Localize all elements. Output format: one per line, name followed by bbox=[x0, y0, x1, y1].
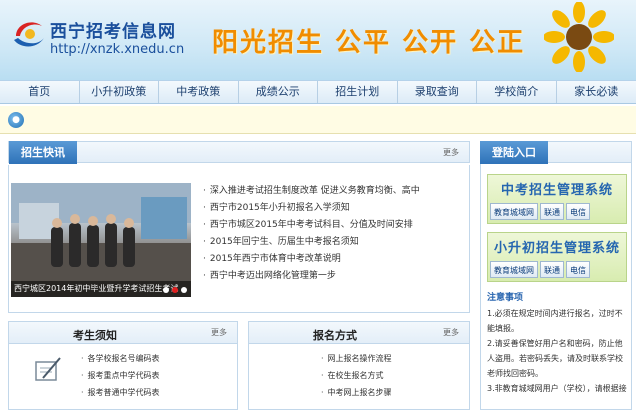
exam-notice-header: 考生须知 更多 bbox=[9, 322, 237, 344]
announcement-icon: ● bbox=[8, 112, 24, 128]
login-title: 登陆入口 bbox=[480, 141, 548, 164]
zhongkao-system-title: 中考招生管理系统 bbox=[500, 183, 613, 198]
nav-enroll-plan[interactable]: 招生计划 bbox=[318, 81, 398, 103]
slogan: 阳光招生 公平 公开 公正 bbox=[212, 28, 526, 58]
news-more-link[interactable]: 更多 bbox=[443, 147, 459, 158]
zhongkao-unicom-button[interactable]: 联通 bbox=[540, 203, 564, 220]
enroll-method-title: 报名方式 bbox=[313, 329, 357, 342]
header-banner: 西宁招考信息网 http://xnzk.xnedu.cn 阳光招生 公平 公开 … bbox=[0, 0, 636, 80]
news-item[interactable]: 西宁市城区2015年中考考试科目、分值及时间安排 bbox=[203, 217, 420, 234]
exam-notice-title: 考生须知 bbox=[73, 329, 117, 342]
notice-title: 注意事项 bbox=[487, 293, 524, 303]
list-item[interactable]: 各学校报名号编码表 bbox=[81, 350, 160, 367]
login-panel: 登陆入口 中考招生管理系统 教育城域网 联通 电信 小升初招生管理系统 教育城域… bbox=[480, 141, 632, 410]
news-item[interactable]: 2015年回宁生、历届生中考报名须知 bbox=[203, 234, 420, 251]
enroll-method-header: 报名方式 更多 bbox=[249, 322, 469, 344]
slide-dots bbox=[163, 287, 187, 293]
nav-home[interactable]: 首页 bbox=[0, 81, 80, 103]
nav-scores[interactable]: 成绩公示 bbox=[239, 81, 318, 103]
news-header: 招生快讯 更多 bbox=[8, 141, 470, 164]
announcement-bar: ● bbox=[0, 106, 636, 134]
xiaoshengchu-telecom-button[interactable]: 电信 bbox=[566, 261, 590, 278]
list-item[interactable]: 中考网上报名步骤 bbox=[321, 384, 392, 401]
site-logo-icon bbox=[14, 22, 44, 47]
list-item[interactable]: 网上报名操作流程 bbox=[321, 350, 392, 367]
login-header: 登陆入口 bbox=[480, 141, 632, 164]
news-title: 招生快讯 bbox=[9, 141, 77, 164]
zhongkao-system: 中考招生管理系统 教育城域网 联通 电信 bbox=[487, 174, 627, 224]
news-panel: 西宁城区2014年初中毕业暨升学考试招生考试 深入推进考试招生制度改革 促进义务… bbox=[8, 165, 470, 313]
nav-xiaoshengchu-policy[interactable]: 小升初政策 bbox=[80, 81, 159, 103]
enroll-method-panel: 报名方式 更多 网上报名操作流程 在校生报名方式 中考网上报名步骤 bbox=[248, 321, 470, 410]
news-item[interactable]: 深入推进考试招生制度改革 促进义务教育均衡、高中 bbox=[203, 183, 420, 200]
enroll-method-list: 网上报名操作流程 在校生报名方式 中考网上报名步骤 bbox=[321, 350, 392, 401]
nav-zhongkao-policy[interactable]: 中考政策 bbox=[159, 81, 239, 103]
list-item[interactable]: 报考重点中学代码表 bbox=[81, 367, 160, 384]
news-item[interactable]: 西宁市2015年小升初报名入学须知 bbox=[203, 200, 420, 217]
xiaoshengchu-edu-network-button[interactable]: 教育城域网 bbox=[490, 261, 538, 278]
enroll-method-more-link[interactable]: 更多 bbox=[443, 327, 459, 338]
xiaoshengchu-login-buttons: 教育城域网 联通 电信 bbox=[490, 261, 590, 278]
zhongkao-telecom-button[interactable]: 电信 bbox=[566, 203, 590, 220]
main-nav: 首页 小升初政策 中考政策 成绩公示 招生计划 录取查询 学校简介 家长必读 bbox=[0, 80, 636, 104]
list-item[interactable]: 在校生报名方式 bbox=[321, 367, 392, 384]
slide-dot-active[interactable] bbox=[172, 287, 178, 293]
news-photo[interactable]: 西宁城区2014年初中毕业暨升学考试招生考试 bbox=[11, 183, 191, 297]
zhongkao-edu-network-button[interactable]: 教育城域网 bbox=[490, 203, 538, 220]
sunflower-icon bbox=[544, 2, 614, 72]
news-list: 深入推进考试招生制度改革 促进义务教育均衡、高中 西宁市2015年小升初报名入学… bbox=[203, 183, 420, 285]
exam-notice-more-link[interactable]: 更多 bbox=[211, 327, 227, 338]
xiaoshengchu-system: 小升初招生管理系统 教育城域网 联通 电信 bbox=[487, 232, 627, 282]
nav-school-intro[interactable]: 学校简介 bbox=[477, 81, 557, 103]
news-photo-image bbox=[11, 183, 191, 297]
nav-admission-query[interactable]: 录取查询 bbox=[398, 81, 477, 103]
news-item[interactable]: 西宁中考迈出网络化管理第一步 bbox=[203, 268, 420, 285]
xiaoshengchu-unicom-button[interactable]: 联通 bbox=[540, 261, 564, 278]
zhongkao-login-buttons: 教育城域网 联通 电信 bbox=[490, 203, 590, 220]
slide-dot[interactable] bbox=[181, 287, 187, 293]
slide-dot[interactable] bbox=[163, 287, 169, 293]
list-item[interactable]: 报考普通中学代码表 bbox=[81, 384, 160, 401]
exam-notice-list: 各学校报名号编码表 报考重点中学代码表 报考普通中学代码表 bbox=[81, 350, 160, 401]
news-item[interactable]: 2015年西宁市体育中考改革说明 bbox=[203, 251, 420, 268]
site-url: http://xnzk.xnedu.cn bbox=[50, 42, 185, 57]
notice-line: 1.必须在规定时间内进行报名，过时不能填报。 bbox=[487, 309, 623, 333]
site-name: 西宁招考信息网 bbox=[50, 22, 176, 42]
notice-text: 1.必须在规定时间内进行报名，过时不能填报。 2.请妥善保管好用户名和密码，防止… bbox=[487, 306, 629, 396]
pen-paper-icon bbox=[35, 357, 61, 381]
exam-notice-panel: 考生须知 更多 各学校报名号编码表 报考重点中学代码表 报考普通中学代码表 bbox=[8, 321, 238, 410]
nav-parents[interactable]: 家长必读 bbox=[557, 81, 636, 103]
notice-line: 2.请妥善保管好用户名和密码，防止他人盗用。若密码丢失，请及时联系学校老师找回密… bbox=[487, 339, 623, 378]
xiaoshengchu-system-title: 小升初招生管理系统 bbox=[493, 241, 620, 256]
notice-line: 3.非教育城域网用户（学校），请根据接 bbox=[487, 384, 627, 393]
